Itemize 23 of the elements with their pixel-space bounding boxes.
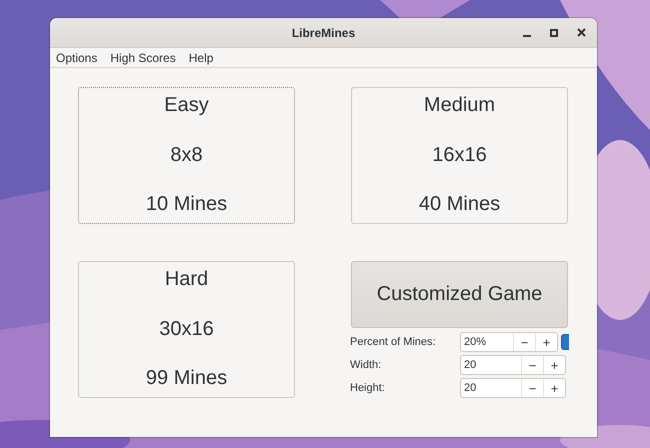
maximize-icon	[550, 28, 558, 36]
increment-button[interactable]: +	[543, 356, 565, 374]
decrement-button[interactable]: −	[521, 356, 543, 374]
menu-item[interactable]: High Scores	[110, 50, 176, 64]
spin-box[interactable]: 20 − +	[460, 378, 566, 398]
close-icon	[576, 28, 586, 37]
decrement-button[interactable]: −	[521, 379, 543, 397]
spin-box[interactable]: 20 − +	[460, 355, 566, 375]
minimize-icon	[523, 34, 531, 36]
difficulty-button[interactable]: Hard 30x16 99 Mines	[78, 261, 295, 398]
difficulty-button[interactable]: Easy 8x8 10 Mines	[78, 87, 295, 224]
window-title: LibreMines	[292, 26, 356, 40]
difficulty-button[interactable]: Medium 16x16 40 Mines	[351, 87, 568, 224]
menu-item[interactable]: Help	[188, 50, 214, 64]
decrement-button[interactable]: −	[513, 333, 535, 351]
setting-label: Percent of Mines:	[350, 336, 437, 348]
setting-label: Width:	[350, 359, 382, 371]
spin-box[interactable]: 20% − +	[460, 332, 558, 352]
setting-label: Height:	[350, 382, 386, 394]
increment-button[interactable]: +	[535, 333, 557, 351]
menu-item[interactable]: Options	[56, 50, 98, 64]
customized-game-button[interactable]: Customized Game	[351, 261, 568, 328]
increment-button[interactable]: +	[543, 379, 565, 397]
